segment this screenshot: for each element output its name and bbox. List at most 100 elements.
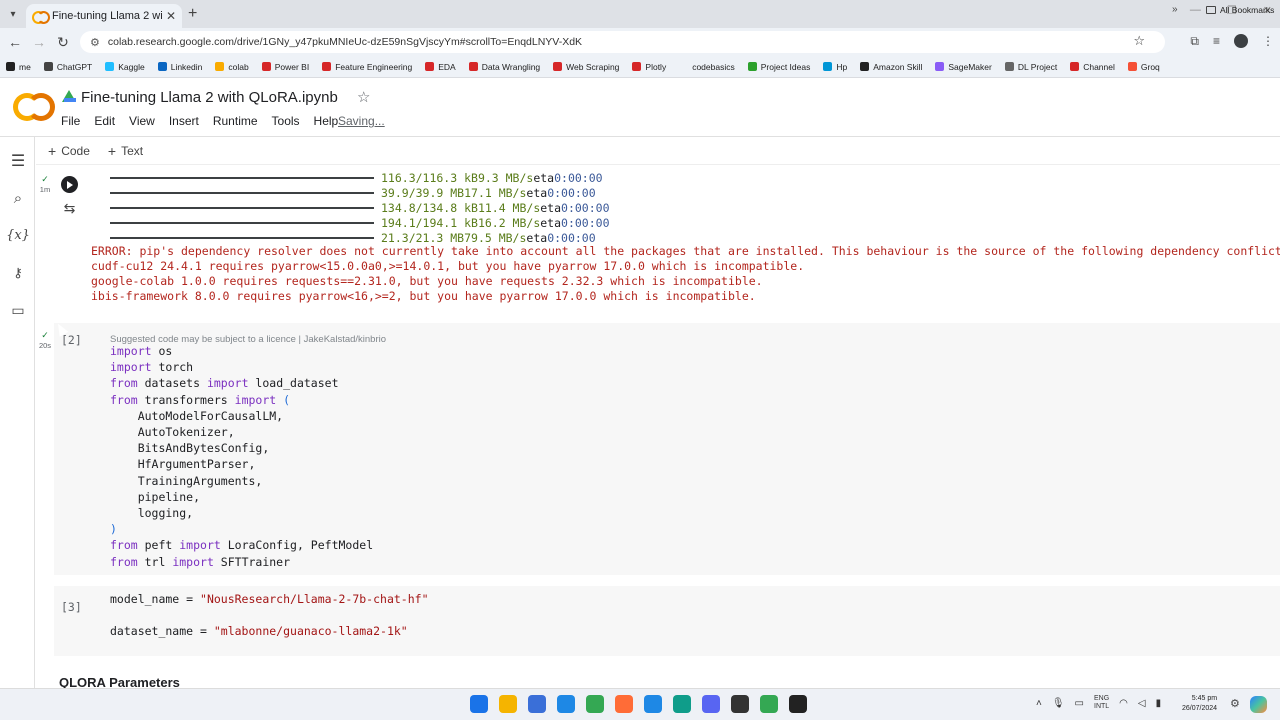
menu-item[interactable]: Insert xyxy=(169,114,199,128)
bookmark-item[interactable]: Groq xyxy=(1127,62,1160,72)
site-info-icon[interactable]: ⚙ xyxy=(90,36,100,49)
bookmark-item[interactable]: EDA xyxy=(425,62,456,72)
bookmark-item[interactable]: me xyxy=(6,62,31,72)
eta-value: 0:00:00 xyxy=(561,215,610,230)
notebook-title[interactable]: Fine-tuning Llama 2 with QLoRA.ipynb xyxy=(81,89,338,106)
tab-close-icon[interactable]: ✕ xyxy=(166,9,176,23)
microsoft-store-icon[interactable] xyxy=(528,695,546,713)
code-token: "NousResearch/Llama-2-7b-chat-hf" xyxy=(200,592,429,606)
taskbar-apps xyxy=(470,695,807,713)
file-explorer-icon[interactable] xyxy=(499,695,517,713)
discord-icon[interactable] xyxy=(702,695,720,713)
download-size: 39.9/39.9 MB xyxy=(381,185,465,200)
bookmark-item[interactable]: Kaggle xyxy=(105,61,145,72)
bookmark-item[interactable]: Power BI xyxy=(261,62,309,72)
table-of-contents-icon[interactable]: ☰ xyxy=(8,151,28,171)
bookmarks-overflow-chevron-icon[interactable]: » xyxy=(1172,4,1178,15)
bookmark-item[interactable]: Web Scraping xyxy=(553,62,619,72)
minimize-icon[interactable]: — xyxy=(1190,4,1201,17)
volume-icon[interactable]: ◁ xyxy=(1138,698,1146,709)
browser-menu-kebab-icon[interactable]: ⋮ xyxy=(1262,34,1274,49)
menu-item[interactable]: Edit xyxy=(94,114,115,128)
bookmark-item[interactable]: Data Wrangling xyxy=(468,62,540,72)
bookmark-item[interactable]: ChatGPT xyxy=(43,62,92,72)
reading-list-icon[interactable]: ≡ xyxy=(1213,34,1220,49)
profile-avatar[interactable] xyxy=(1234,34,1248,48)
tab-search-chevron-icon[interactable]: ▾ xyxy=(4,5,22,23)
vscode-icon[interactable] xyxy=(557,695,575,713)
code-token: dataset_name = xyxy=(110,624,214,639)
menu-item[interactable]: View xyxy=(129,114,155,128)
windows-start-icon[interactable] xyxy=(470,695,488,713)
bookmark-item[interactable]: Hp xyxy=(823,62,847,72)
browser-tab-active[interactable]: Fine-tuning Llama 2 with QLoR ✕ xyxy=(26,4,182,28)
copilot-icon[interactable] xyxy=(1250,696,1267,713)
notifications-icon[interactable]: ⚙ xyxy=(1230,697,1240,710)
system-clock[interactable]: 5:45 pm 26/07/2024 xyxy=(1182,694,1217,714)
code-token: HfArgumentParser, xyxy=(110,457,256,472)
tray-app-icon[interactable]: ▭ xyxy=(1075,698,1084,709)
url-omnibox[interactable]: ⚙ colab.research.google.com/drive/1GNy_y… xyxy=(80,31,1165,53)
secrets-key-icon[interactable]: ⚷ xyxy=(8,263,28,283)
wifi-icon[interactable]: ◠ xyxy=(1119,698,1128,709)
output-actions-icon[interactable]: ⇆ xyxy=(61,200,78,217)
star-notebook-icon[interactable]: ☆ xyxy=(357,88,370,106)
plus-icon: + xyxy=(107,142,117,159)
browser-tab-bar: ▾ Fine-tuning Llama 2 with QLoR ✕ + — ❐ … xyxy=(0,0,1280,28)
code-token: from xyxy=(110,376,138,391)
bookmark-label: Kaggle xyxy=(118,61,145,72)
bookmark-item[interactable]: SageMaker xyxy=(935,62,992,72)
battery-icon[interactable]: ▮ xyxy=(1156,698,1162,709)
code-line: model_name = "NousResearch/Llama-2-7b-ch… xyxy=(110,592,429,608)
code-token: import xyxy=(110,360,152,375)
forward-arrow-icon[interactable]: → xyxy=(30,33,48,51)
google-drive-icon xyxy=(62,90,76,102)
back-arrow-icon[interactable]: ← xyxy=(6,33,24,51)
new-tab-plus-icon[interactable]: + xyxy=(188,5,197,23)
bookmark-item[interactable]: Linkedin xyxy=(157,62,202,72)
microphone-icon[interactable]: 🎙︎ xyxy=(1052,698,1065,709)
extensions-puzzle-icon[interactable]: ⧉ xyxy=(1190,34,1199,49)
chrome-icon[interactable] xyxy=(586,695,604,713)
menu-item[interactable]: File xyxy=(61,114,80,128)
files-folder-icon[interactable]: ▭ xyxy=(8,300,28,320)
bookmark-item[interactable]: Project Ideas xyxy=(747,62,810,72)
chrome-active-icon[interactable] xyxy=(760,695,778,713)
code-token: "mlabonne/guanaco-llama2-1k" xyxy=(213,624,408,639)
add-text-cell-button[interactable]: + Text xyxy=(108,143,143,159)
kaggle-icon[interactable] xyxy=(731,695,749,713)
code-token: TrainingArguments, xyxy=(110,473,263,488)
menu-item[interactable]: Help xyxy=(314,114,339,128)
search-icon[interactable]: ⌕ xyxy=(8,188,28,208)
menu-item[interactable]: Tools xyxy=(272,114,300,128)
tray-chevron-icon[interactable]: ˄ xyxy=(1036,698,1042,709)
bookmark-item[interactable]: codebasics xyxy=(679,62,735,72)
bookmark-item[interactable]: Feature Engineering xyxy=(322,62,412,72)
bookmark-item[interactable]: colab xyxy=(215,62,249,72)
add-code-cell-button[interactable]: + Code xyxy=(48,143,90,159)
code-line: from datasets import load_dataset xyxy=(110,376,339,392)
postman-icon[interactable] xyxy=(615,695,633,713)
all-bookmarks-button[interactable]: All Bookmarks xyxy=(1206,5,1274,15)
run-cell-button[interactable] xyxy=(61,176,78,193)
variables-icon[interactable]: {x} xyxy=(6,225,30,245)
reload-icon[interactable]: ↻ xyxy=(54,33,72,51)
code-cell-3[interactable]: [3] model_name = "NousResearch/Llama-2-7… xyxy=(54,586,1280,656)
save-status[interactable]: Saving... xyxy=(338,114,385,128)
recorder-icon[interactable] xyxy=(789,695,807,713)
bookmark-item[interactable]: Plotly xyxy=(632,62,666,72)
bookmark-favicon-icon xyxy=(747,62,757,71)
bookmark-item[interactable]: Amazon Skill xyxy=(860,62,922,72)
bookmark-item[interactable]: DL Project xyxy=(1004,62,1057,72)
app-blue-icon[interactable] xyxy=(644,695,662,713)
menu-item[interactable]: Runtime xyxy=(213,114,258,128)
language-indicator[interactable]: ENG INTL xyxy=(1094,695,1109,711)
download-speed: 79.5 MB/s xyxy=(464,230,527,245)
edge-icon[interactable] xyxy=(673,695,691,713)
bookmark-item[interactable]: Channel xyxy=(1070,62,1115,72)
bookmark-favicon-icon xyxy=(860,62,870,71)
bookmark-star-icon[interactable]: ☆ xyxy=(1133,33,1145,49)
colab-logo-icon[interactable] xyxy=(13,93,55,121)
code-cell-2[interactable]: [2] Suggested code may be subject to a l… xyxy=(54,323,1280,575)
eta-value: 0:00:00 xyxy=(547,230,596,245)
